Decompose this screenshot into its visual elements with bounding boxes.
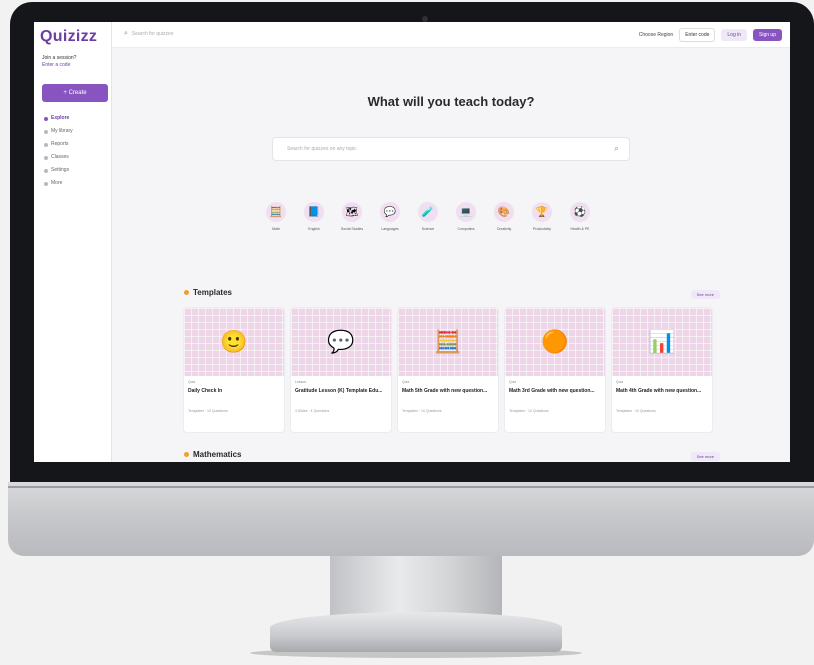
- monitor-chin: [8, 482, 814, 556]
- computers-icon: 💻: [456, 202, 476, 222]
- science-icon: 🧪: [418, 202, 438, 222]
- creativity-icon: 🎨: [494, 202, 514, 222]
- classes-icon: [44, 155, 48, 160]
- mathematics-heading: Mathematics: [184, 450, 241, 459]
- languages-icon: 💬: [380, 202, 400, 222]
- top-bar: ⌕ Search for quizzes Choose Region Enter…: [112, 22, 790, 48]
- math-see-more-button[interactable]: See more: [690, 452, 720, 461]
- card-meta: Templates · 10 Questions: [402, 409, 442, 413]
- heart-bubble-icon: 💬: [291, 308, 391, 376]
- subject-list: 🧮 Math 📘 English 🗺 Social Studies 💬 Language…: [264, 202, 592, 231]
- card-title: Math 5th Grade with new question...: [402, 388, 488, 394]
- sidebar-item-more[interactable]: More: [40, 177, 110, 190]
- bar-chart-icon: 📊: [612, 308, 712, 376]
- monitor-stand-base: [270, 612, 562, 652]
- sidebar-item-library[interactable]: My library: [40, 125, 110, 138]
- card-title: Daily Check In: [188, 388, 223, 394]
- template-card[interactable]: 🧮 Quiz Math 5th Grade with new question.…: [398, 308, 498, 432]
- create-button[interactable]: + Create: [42, 84, 108, 102]
- subject-health-pe[interactable]: ⚽ Health & PE: [568, 202, 592, 231]
- region-select[interactable]: Choose Region: [639, 32, 673, 38]
- templates-see-more-button[interactable]: See more: [690, 290, 720, 299]
- card-type: Quiz: [402, 380, 410, 384]
- productivity-icon: 🏆: [532, 202, 552, 222]
- math-icon: 🧮: [266, 202, 286, 222]
- sidebar-item-classes[interactable]: Classes: [40, 151, 110, 164]
- social-studies-icon: 🗺: [342, 202, 362, 222]
- more-icon: [44, 181, 48, 186]
- card-type: Quiz: [509, 380, 517, 384]
- template-card[interactable]: 🙂 Quiz Daily Check In Templates · 10 Que…: [184, 308, 284, 432]
- card-meta: Templates · 10 Questions: [509, 409, 549, 413]
- monitor-stand-neck: [330, 556, 502, 620]
- sidebar-item-reports[interactable]: Reports: [40, 138, 110, 151]
- card-title: Gratitude Lesson (K) Template Edu...: [295, 388, 383, 394]
- subject-english[interactable]: 📘 English: [302, 202, 326, 231]
- page-title: What will you teach today?: [367, 94, 535, 109]
- english-icon: 📘: [304, 202, 324, 222]
- card-type: Quiz: [616, 380, 624, 384]
- subject-computers[interactable]: 💻 Computers: [454, 202, 478, 231]
- top-search-input[interactable]: Search for quizzes: [132, 31, 173, 37]
- subject-creativity[interactable]: 🎨 Creativity: [492, 202, 516, 231]
- template-cards: 🙂 Quiz Daily Check In Templates · 10 Que…: [184, 308, 712, 432]
- enter-code-button[interactable]: Enter code: [679, 28, 716, 42]
- template-card[interactable]: 💬 Lesson Gratitude Lesson (K) Template E…: [291, 308, 391, 432]
- calculator-icon: 🧮: [398, 308, 498, 376]
- signup-button[interactable]: Sign up: [753, 29, 782, 41]
- card-meta: Templates · 10 Questions: [188, 409, 228, 413]
- health-icon: ⚽: [570, 202, 590, 222]
- search-icon: ⌕: [124, 30, 128, 37]
- login-button[interactable]: Log in: [721, 29, 748, 41]
- bullet-icon: [184, 452, 189, 457]
- monitor: Quizizz Join a session? Enter a code + C…: [0, 0, 814, 665]
- main-search[interactable]: Search for quizzes on any topic ⌕: [272, 137, 630, 161]
- compass-icon: [44, 116, 48, 121]
- card-type: Lesson: [295, 380, 307, 384]
- top-search[interactable]: ⌕ Search for quizzes: [124, 30, 173, 38]
- sidebar-item-settings[interactable]: Settings: [40, 164, 110, 177]
- reports-icon: [44, 142, 48, 147]
- card-type: Quiz: [188, 380, 196, 384]
- template-card[interactable]: 📊 Quiz Math 4th Grade with new question.…: [612, 308, 712, 432]
- subject-social-studies[interactable]: 🗺 Social Studies: [340, 202, 364, 231]
- join-link[interactable]: Enter a code: [42, 62, 70, 68]
- library-icon: [44, 129, 48, 134]
- subject-languages[interactable]: 💬 Languages: [378, 202, 402, 231]
- card-meta: 3 Slides · 4 Questions: [295, 409, 330, 413]
- subject-math[interactable]: 🧮 Math: [264, 202, 288, 231]
- join-prompt: Join a session?: [42, 55, 77, 61]
- gear-icon: [44, 168, 48, 173]
- search-icon[interactable]: ⌕: [614, 143, 619, 154]
- subject-productivity[interactable]: 🏆 Productivity: [530, 202, 554, 231]
- sidebar-item-explore[interactable]: Explore: [40, 112, 110, 125]
- templates-heading: Templates: [184, 288, 232, 297]
- main-search-input[interactable]: Search for quizzes on any topic: [287, 146, 357, 152]
- subject-science[interactable]: 🧪 Science: [416, 202, 440, 231]
- screen: Quizizz Join a session? Enter a code + C…: [34, 22, 790, 462]
- bullet-icon: [184, 290, 189, 295]
- pie-chart-icon: 🟠: [505, 308, 605, 376]
- template-card[interactable]: 🟠 Quiz Math 3rd Grade with new question.…: [505, 308, 605, 432]
- sidebar: Quizizz Join a session? Enter a code + C…: [34, 22, 112, 462]
- card-title: Math 4th Grade with new question...: [616, 388, 702, 394]
- card-title: Math 3rd Grade with new question...: [509, 388, 595, 394]
- app-logo[interactable]: Quizizz: [40, 28, 97, 46]
- sidebar-nav: Explore My library Reports Classes Setti…: [40, 112, 110, 190]
- smiley-icon: 🙂: [184, 308, 284, 376]
- card-meta: Templates · 10 Questions: [616, 409, 656, 413]
